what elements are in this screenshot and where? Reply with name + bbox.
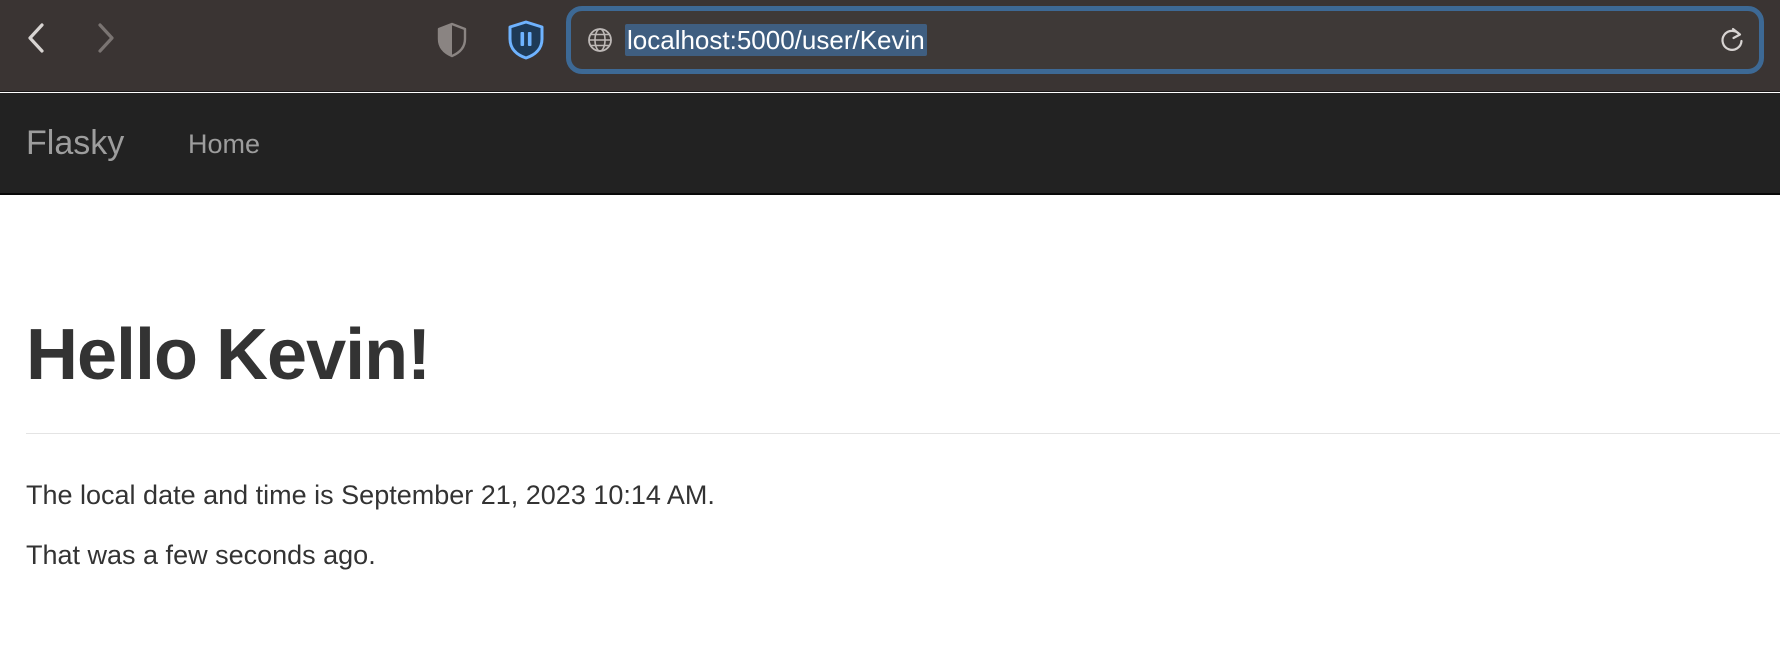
half-shield-icon: [437, 22, 467, 58]
back-button[interactable]: [16, 18, 56, 58]
nav-item-home[interactable]: Home: [188, 127, 260, 161]
pause-shield-icon: [508, 20, 544, 60]
privacy-report-button[interactable]: [430, 18, 474, 62]
globe-icon: [588, 28, 612, 52]
app-navbar: Flasky Home: [0, 93, 1780, 195]
page-title: Hello Kevin!: [26, 315, 431, 395]
brand-link[interactable]: Flasky: [26, 123, 124, 163]
reload-button[interactable]: [1715, 23, 1749, 57]
address-bar[interactable]: localhost:5000/user/Kevin: [566, 6, 1764, 74]
reload-icon: [1721, 27, 1743, 51]
forward-button[interactable]: [86, 18, 126, 58]
chevron-right-icon: [98, 23, 114, 53]
browser-toolbar: localhost:5000/user/Kevin: [0, 0, 1780, 92]
datetime-text: The local date and time is September 21,…: [26, 480, 715, 510]
url-text[interactable]: localhost:5000/user/Kevin: [625, 24, 927, 56]
chevron-left-icon: [28, 23, 44, 53]
relative-time-text: That was a few seconds ago.: [26, 540, 376, 570]
page-header: Hello Kevin!: [26, 312, 1780, 434]
extension-button[interactable]: [502, 16, 550, 64]
